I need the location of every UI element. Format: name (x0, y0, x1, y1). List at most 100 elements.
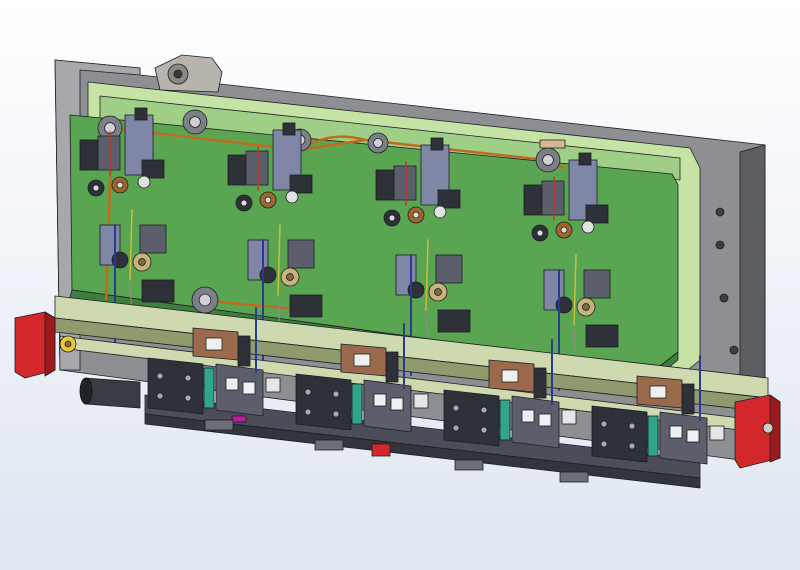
yellow-fitting-bore (64, 340, 72, 348)
roller-center (92, 184, 100, 192)
carriage-bolt (184, 374, 192, 382)
brown-block-label (353, 353, 371, 367)
lower-clamp (435, 254, 463, 284)
carriage-bolt (452, 424, 460, 432)
brown-block-label (501, 369, 519, 383)
upper-clamp (375, 169, 395, 201)
teal-guide (351, 383, 363, 425)
motor-body (84, 377, 141, 409)
carriage-front-block (295, 373, 352, 431)
roller-center (388, 214, 396, 222)
upper-clamp (79, 139, 99, 171)
carriage-bolt (156, 372, 164, 380)
upper-clamp (523, 184, 543, 216)
roller-center (264, 196, 272, 204)
carriage-front-block (443, 389, 500, 447)
teal-guide (499, 399, 511, 441)
vertical-plunger (237, 335, 251, 367)
carriage-bolt (156, 392, 164, 400)
carriage-bolt (628, 442, 636, 450)
roller-center (116, 181, 124, 189)
carriage-bolt (600, 420, 608, 428)
teal-guide (203, 367, 215, 409)
carriage-front-block (147, 357, 204, 415)
roller-center (582, 303, 590, 311)
teal-guide (647, 415, 659, 457)
carriage-cap (709, 425, 725, 441)
cylinder-head (437, 189, 461, 209)
back-plate-hole (719, 293, 729, 303)
cylinder-head (289, 174, 313, 194)
motor-endcap (79, 377, 93, 405)
upper-clamp-block (245, 150, 269, 186)
cad-viewport[interactable] (0, 0, 800, 570)
roller-center (434, 288, 442, 296)
carriage-bolt (184, 394, 192, 402)
red-block-bolt (762, 422, 774, 434)
red-stopper (371, 443, 391, 457)
carriage-bolt (332, 390, 340, 398)
pulley-hub (189, 116, 201, 128)
base-foot (454, 459, 484, 471)
upper-clamp-block (97, 135, 121, 171)
red-end-block-left-side (44, 311, 56, 377)
slide-cap (134, 107, 148, 121)
pulley-hub (373, 138, 383, 148)
carriage-cap (413, 393, 429, 409)
brown-block-label (649, 385, 667, 399)
carriage-cap (265, 377, 281, 393)
magenta-marker (231, 415, 247, 423)
lower-clamp (139, 224, 167, 254)
carriage-bolt (480, 426, 488, 434)
switch-face (538, 413, 552, 427)
switch-face (225, 377, 239, 391)
brown-block-label (205, 337, 223, 351)
switch-face (686, 429, 700, 443)
lower-block (141, 279, 175, 303)
base-foot (204, 419, 234, 431)
carriage-bolt (304, 388, 312, 396)
vertical-plunger (533, 367, 547, 399)
switch-face (669, 425, 683, 439)
base-foot (559, 471, 589, 483)
pulley-hub (198, 293, 212, 307)
lower-block (437, 309, 471, 333)
back-plate-hole (715, 240, 725, 250)
cylinder-head (141, 159, 165, 179)
switch-face (373, 393, 387, 407)
carriage-bolt (480, 406, 488, 414)
base-foot (314, 439, 344, 451)
cylinder-head (585, 204, 609, 224)
small-roller (137, 175, 151, 189)
carriage-bolt (452, 404, 460, 412)
machine-assembly-render (0, 0, 800, 570)
carriage-cap (561, 409, 577, 425)
roller-center (286, 273, 294, 281)
label-plate (539, 139, 566, 149)
switch-face (521, 409, 535, 423)
roller-center (138, 258, 146, 266)
upper-clamp-block (393, 165, 417, 201)
slide-cap (282, 122, 296, 136)
lower-clamp (583, 269, 611, 299)
roller-center (536, 229, 544, 237)
lower-clamp (287, 239, 315, 269)
back-plate-hole (715, 207, 725, 217)
small-roller (285, 190, 299, 204)
switch-face (242, 381, 256, 395)
vertical-plunger (385, 351, 399, 383)
carriage-bolt (600, 440, 608, 448)
gearbox-axle (173, 69, 183, 79)
upper-clamp-block (541, 180, 565, 216)
lower-block (585, 324, 619, 348)
carriage-front-block (591, 405, 648, 463)
pulley-hub (542, 154, 554, 166)
carriage-bolt (628, 422, 636, 430)
small-roller (581, 220, 595, 234)
roller-center (412, 211, 420, 219)
slide-cap (578, 152, 592, 166)
back-plate-hole (729, 345, 739, 355)
small-roller (433, 205, 447, 219)
roller-center (560, 226, 568, 234)
carriage-bolt (332, 410, 340, 418)
